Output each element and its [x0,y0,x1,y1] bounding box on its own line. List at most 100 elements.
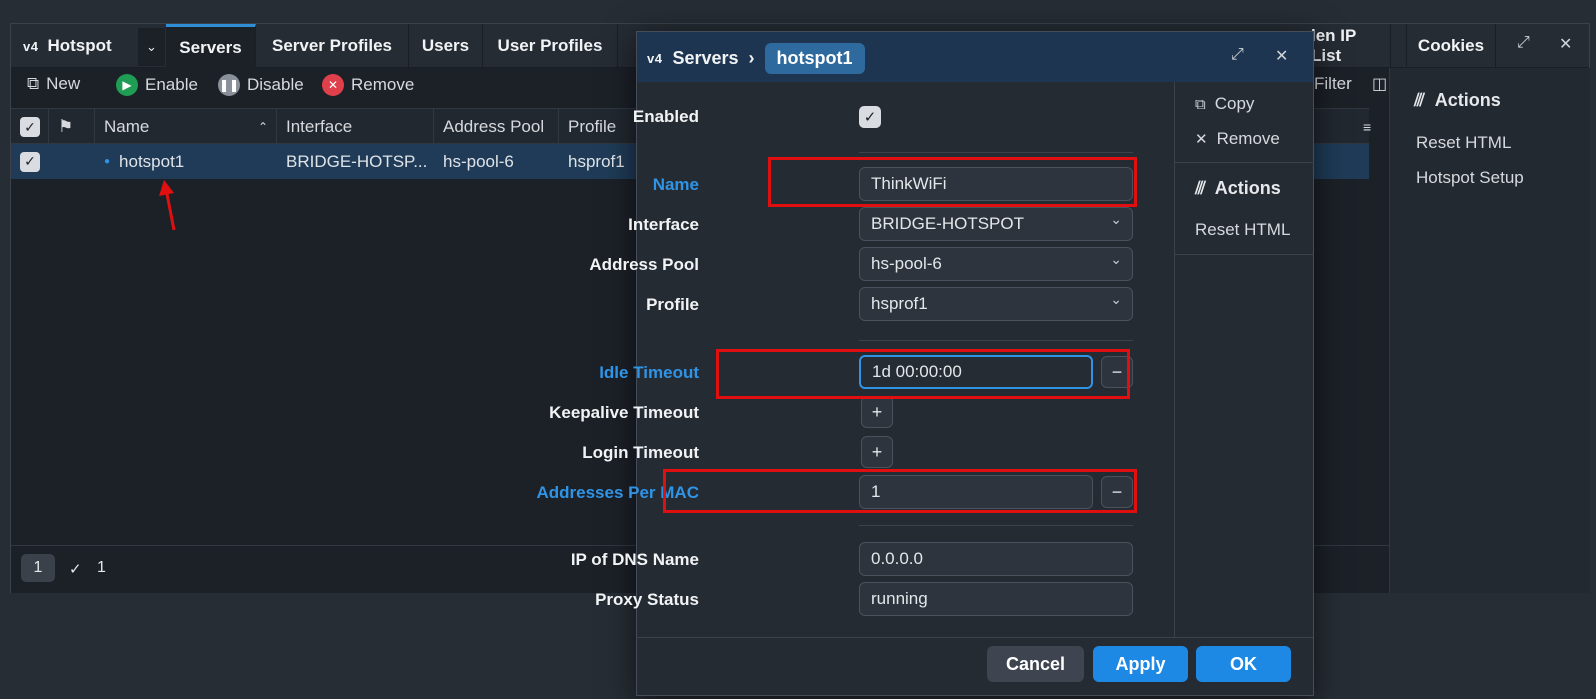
new-icon: ⧉ [27,74,40,93]
chevron-right-icon: › [748,48,755,68]
add-login-timeout-button[interactable]: + [861,436,893,468]
row-address-pool: hs-pool-6 [443,151,514,171]
hotspot-setup-action[interactable]: Hotspot Setup [1416,168,1524,188]
filter-button[interactable]: Filter [1314,74,1352,94]
cancel-button[interactable]: Cancel [987,646,1084,682]
copy-action[interactable]: ⧉ Copy [1195,94,1254,114]
remove-action[interactable]: ✕ Remove [1195,129,1280,149]
profile-label: Profile [646,295,699,314]
row-name-text: hotspot1 [119,151,185,171]
divider [1175,162,1314,163]
app-title: Hotspot [47,36,112,55]
idle-timeout-highlight-box [716,349,1130,399]
remove-button[interactable]: ✕ Remove [322,74,414,96]
new-label: New [46,74,81,93]
breadcrumb-servers[interactable]: Servers [672,48,738,69]
row-name: ● hotspot1 [95,144,277,179]
enabled-checkbox[interactable]: ✓ [859,106,881,128]
dns-name-label: IP of DNS Name [570,550,699,569]
close-icon[interactable]: ✕ [1275,46,1288,66]
dialog-footer: Cancel Apply OK [637,637,1313,695]
tab-walled-garden-ip-list[interactable]: len IP List [1311,24,1391,68]
enable-label: Enable [145,75,198,94]
row-interface: BRIDGE-HOTSP... [286,151,428,171]
lightning-icon: ⫻ [1414,90,1425,110]
address-pool-select[interactable]: hs-pool-6 [859,247,1133,281]
row-checkbox[interactable]: ✓ [11,144,49,179]
breadcrumb-current: hotspot1 [764,43,865,74]
routeros-logo-icon: v4 [647,51,663,66]
ok-button[interactable]: OK [1196,646,1291,682]
dns-name-field[interactable]: 0.0.0.0 [859,542,1133,576]
remove-label: Remove [1216,129,1280,148]
interface-label: Interface [628,215,699,234]
tab-user-profiles[interactable]: User Profiles [483,24,618,68]
dialog-form: Enabled ✓ Name ThinkWiFi Interface BRIDG… [536,82,1174,637]
new-button[interactable]: ⧉ New [27,74,80,94]
profile-select[interactable]: hsprof1 [859,287,1133,321]
row-count-badge: 1 [21,554,55,582]
chevron-down-icon[interactable]: ⌄ [138,28,165,66]
proxy-status-field: running [859,582,1133,616]
status-dot-icon: ● [104,156,111,167]
apply-button[interactable]: Apply [1093,646,1188,682]
disable-button[interactable]: ❚❚ Disable [218,74,304,96]
add-keepalive-timeout-button[interactable]: + [861,396,893,428]
dialog-titlebar: v4 Servers › hotspot1 ⤢ ✕ [637,32,1313,82]
idle-timeout-label: Idle Timeout [599,363,699,382]
expand-icon[interactable]: ⤢ [1231,46,1244,64]
routeros-logo-icon: v4 [23,38,39,54]
app-header: v4 Hotspot [11,24,136,68]
addresses-per-mac-highlight-box [663,469,1137,513]
column-interface[interactable]: Interface [277,109,434,145]
play-icon: ▶ [116,74,138,96]
tab-cookies[interactable]: Cookies [1406,24,1496,68]
column-name-label: Name [104,117,150,136]
disable-label: Disable [247,75,304,94]
select-all-checkbox[interactable]: ✓ [11,109,49,145]
lightning-icon: ⫻ [1195,178,1206,198]
expand-icon[interactable]: ⤢ [1517,34,1530,52]
enabled-label: Enabled [632,107,699,126]
enable-button[interactable]: ▶ Enable [116,74,198,96]
dialog-actions-panel: ⧉ Copy ✕ Remove ⫻ Actions Reset HTML [1174,82,1314,637]
close-icon: ✕ [1195,131,1208,148]
reset-html-action[interactable]: Reset HTML [1195,220,1290,240]
tab-users[interactable]: Users [409,24,483,68]
pause-icon: ❚❚ [218,74,240,96]
column-address-pool[interactable]: Address Pool [434,109,559,145]
actions-title: Actions [1434,90,1501,110]
actions-sidebar: ⫻ Actions Reset HTML Hotspot Setup [1389,68,1590,593]
remove-label: Remove [351,75,415,94]
copy-icon: ⧉ [1195,95,1206,113]
actions-header: ⫻ Actions [1414,90,1501,111]
checkmark-icon: ✓ [69,561,82,578]
reset-html-action[interactable]: Reset HTML [1416,133,1511,153]
panel-toggle-icon[interactable]: ◫ [1372,74,1387,94]
column-menu-icon[interactable]: ≡ [1363,109,1381,145]
x-circle-icon: ✕ [322,74,344,96]
proxy-status-label: Proxy Status [595,590,699,609]
divider [859,340,1133,341]
flag-icon[interactable]: ⚑ [49,109,95,145]
name-label: Name [652,175,699,194]
divider [859,152,1133,153]
filter-label: Filter [1314,74,1352,93]
login-timeout-label: Login Timeout [582,443,699,462]
interface-select[interactable]: BRIDGE-HOTSPOT [859,207,1133,241]
name-highlight-box [768,157,1137,207]
red-arrow-annotation [159,180,176,231]
tab-servers[interactable]: Servers [166,24,256,68]
tab-server-profiles[interactable]: Server Profiles [256,24,409,68]
divider [859,525,1133,526]
address-pool-label: Address Pool [589,255,699,274]
copy-label: Copy [1214,94,1255,113]
actions-header: ⫻ Actions [1195,178,1281,199]
keepalive-timeout-label: Keepalive Timeout [549,403,699,422]
actions-title: Actions [1214,178,1281,198]
column-name[interactable]: Name ⌃ [95,109,277,145]
close-icon[interactable]: ✕ [1559,34,1572,54]
sort-asc-icon: ⌃ [257,120,268,134]
divider [1175,254,1314,255]
checked-count: 1 [97,559,106,576]
